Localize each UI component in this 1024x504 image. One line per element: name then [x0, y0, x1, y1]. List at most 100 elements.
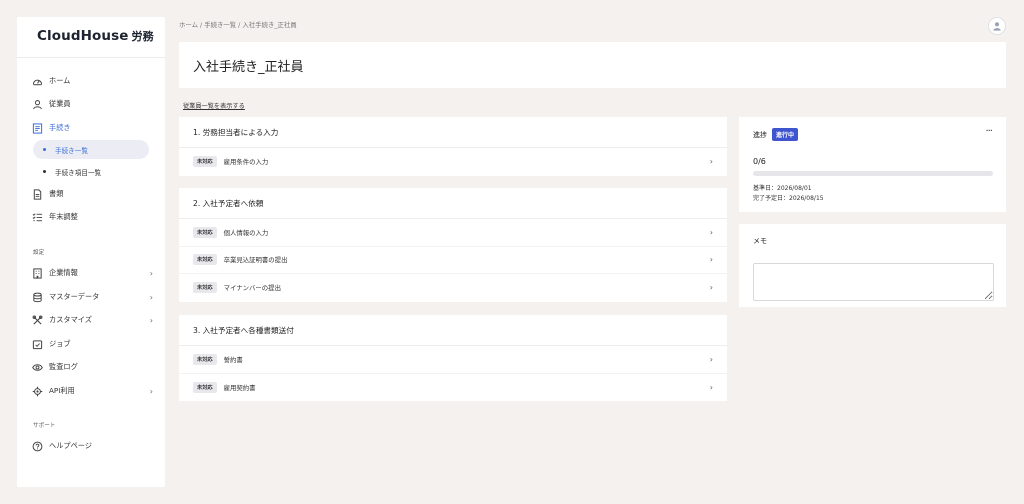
sidebar-item-company[interactable]: 企業情報 ›	[31, 263, 155, 283]
api-gear-icon	[31, 385, 43, 397]
eye-icon	[31, 361, 43, 373]
user-icon	[31, 98, 43, 110]
sidebar-item-label: 書類	[49, 189, 64, 198]
section-title: 1. 労務担当者による入力	[179, 117, 727, 148]
sidebar-subitem-procedure-items[interactable]: 手続き項目一覧	[33, 162, 149, 181]
sidebar-item-label: マスターデータ	[49, 292, 100, 301]
sidebar-item-label: カスタマイズ	[49, 315, 92, 324]
task-label: 卒業見込証明書の提出	[223, 256, 288, 265]
progress-header: 進捗 進行中	[753, 128, 799, 141]
sidebar-item-customize[interactable]: カスタマイズ ›	[31, 310, 155, 330]
memo-card: メモ	[739, 224, 1006, 307]
sidebar-item-label: ヘルプページ	[49, 441, 92, 450]
chevron-right-icon: ›	[149, 268, 153, 278]
sidebar-item-help[interactable]: ヘルプページ	[31, 436, 155, 456]
status-badge: 未対応	[193, 282, 217, 294]
dashboard-icon	[31, 75, 43, 87]
progress-count: 0/6	[753, 157, 766, 166]
checklist-icon	[31, 211, 43, 223]
status-badge: 未対応	[193, 254, 217, 266]
due-date: 完了予定日：2026/08/15	[753, 195, 824, 202]
sidebar-item-label: 年末調整	[49, 212, 78, 221]
chevron-right-icon: ›	[709, 283, 713, 293]
tools-icon	[31, 314, 43, 326]
status-badge: 進行中	[772, 128, 799, 141]
chevron-right-icon: ›	[149, 386, 153, 396]
section-card-2: 2. 入社予定者へ依頼 未対応 個人情報の入力 › 未対応 卒業見込証明書の提出…	[179, 188, 727, 302]
progress-label: 進捗	[753, 130, 767, 139]
sidebar-subitem-procedure-list[interactable]: 手続き一覧	[33, 140, 149, 159]
task-label: 雇用条件の入力	[223, 158, 269, 167]
avatar[interactable]	[988, 17, 1006, 35]
sidebar-item-jobs[interactable]: ジョブ	[31, 334, 155, 354]
task-label: 雇用契約書	[223, 383, 256, 392]
task-label: 誓約書	[223, 355, 243, 364]
chevron-right-icon: ›	[149, 315, 153, 325]
memo-textarea[interactable]	[753, 263, 994, 301]
section-card-1: 1. 労務担当者による入力 未対応 雇用条件の入力 ›	[179, 117, 727, 176]
settings-section-label: 設定	[33, 250, 45, 256]
sidebar-item-api[interactable]: API利用 ›	[31, 381, 155, 401]
sidebar: CloudHouse 労務 ホーム 従業員 手続き 手続き一覧 手続き項目一覧 書…	[17, 17, 165, 487]
page-header: 入社手続き_正社員	[179, 42, 1006, 88]
help-icon	[31, 440, 43, 452]
support-section-label: サポート	[33, 423, 56, 429]
task-row[interactable]: 未対応 個人情報の入力 ›	[179, 219, 727, 247]
status-badge: 未対応	[193, 226, 217, 238]
base-date: 基準日：2026/08/01	[753, 185, 812, 192]
task-label: 個人情報の入力	[223, 228, 269, 237]
task-row[interactable]: 未対応 誓約書 ›	[179, 346, 727, 374]
chevron-right-icon: ›	[149, 292, 153, 302]
job-icon	[31, 338, 43, 350]
sidebar-item-label: API利用	[49, 386, 75, 395]
logo-divider	[17, 57, 165, 58]
chevron-right-icon: ›	[709, 157, 713, 167]
logo-suffix: 労務	[131, 30, 154, 43]
task-row[interactable]: 未対応 マイナンバーの提出 ›	[179, 274, 727, 302]
database-icon	[31, 291, 43, 303]
progress-card: 進捗 進行中 ··· 0/6 基準日：2026/08/01 完了予定日：2026…	[739, 117, 1006, 212]
bullet-icon	[43, 170, 46, 173]
chevron-right-icon: ›	[709, 255, 713, 265]
breadcrumb[interactable]: ホーム / 手続き一覧 / 入社手続き_正社員	[179, 20, 297, 29]
status-badge: 未対応	[193, 156, 217, 168]
document-list-icon	[31, 122, 43, 134]
sidebar-item-audit-log[interactable]: 監査ログ	[31, 357, 155, 377]
app-logo[interactable]: CloudHouse 労務	[37, 28, 154, 44]
sidebar-subitem-label: 手続き一覧	[55, 146, 88, 155]
logo-text: CloudHouse	[37, 28, 129, 44]
sidebar-item-label: 手続き	[49, 123, 71, 132]
chevron-right-icon: ›	[709, 227, 713, 237]
employee-list-link[interactable]: 従業員一覧を表示する	[183, 101, 245, 110]
more-menu-button[interactable]: ···	[985, 126, 992, 137]
task-row[interactable]: 未対応 雇用契約書 ›	[179, 374, 727, 402]
sidebar-subitem-label: 手続き項目一覧	[55, 168, 102, 177]
sidebar-item-label: 企業情報	[49, 268, 78, 277]
sidebar-item-label: ホーム	[49, 76, 71, 85]
sidebar-item-home[interactable]: ホーム	[31, 71, 155, 91]
page-title: 入社手続き_正社員	[193, 60, 304, 75]
sidebar-item-employees[interactable]: 従業員	[31, 94, 155, 114]
sidebar-item-procedures[interactable]: 手続き	[31, 118, 155, 138]
bullet-icon	[43, 148, 46, 151]
sidebar-item-label: ジョブ	[49, 339, 71, 348]
memo-label: メモ	[753, 237, 767, 245]
task-row[interactable]: 未対応 雇用条件の入力 ›	[179, 148, 727, 176]
sidebar-item-label: 監査ログ	[49, 362, 78, 371]
status-badge: 未対応	[193, 381, 217, 393]
user-avatar-icon	[993, 22, 1001, 31]
progress-bar	[753, 171, 993, 176]
section-title: 2. 入社予定者へ依頼	[179, 188, 727, 219]
section-card-3: 3. 入社予定者へ各種書類送付 未対応 誓約書 › 未対応 雇用契約書 ›	[179, 315, 727, 401]
status-badge: 未対応	[193, 353, 217, 365]
sidebar-item-label: 従業員	[49, 99, 71, 108]
building-icon	[31, 267, 43, 279]
chevron-right-icon: ›	[709, 354, 713, 364]
task-label: マイナンバーの提出	[223, 284, 281, 293]
task-row[interactable]: 未対応 卒業見込証明書の提出 ›	[179, 247, 727, 274]
sidebar-item-documents[interactable]: 書類	[31, 184, 155, 204]
sidebar-item-year-end[interactable]: 年末調整	[31, 207, 155, 227]
section-title: 3. 入社予定者へ各種書類送付	[179, 315, 727, 346]
file-icon	[31, 188, 43, 200]
sidebar-item-master-data[interactable]: マスターデータ ›	[31, 287, 155, 307]
